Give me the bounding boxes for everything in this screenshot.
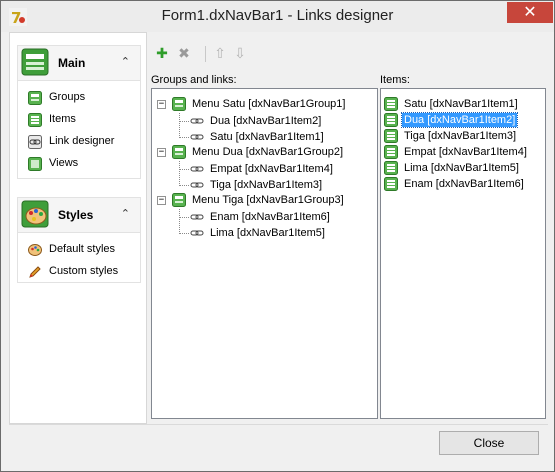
- nav-item-label: Default styles: [49, 243, 116, 255]
- link-icon: [190, 130, 204, 144]
- tree-link-label: Satu [dxNavBar1Item1]: [210, 131, 324, 143]
- nav-group-main: Main ⌃ Groups Items Link designer Views: [17, 45, 141, 179]
- nav-item-label: Groups: [49, 91, 86, 103]
- nav-item-items[interactable]: Items: [18, 109, 140, 131]
- main-group-icon: [21, 48, 49, 76]
- tree-link-label: Tiga [dxNavBar1Item3]: [210, 179, 323, 191]
- list-item-label: Satu [dxNavBar1Item1]: [404, 98, 518, 110]
- toolbar-separator: [205, 46, 206, 62]
- palette-small-icon: [28, 243, 42, 257]
- window-title: Form1.dxNavBar1 - Links designer: [161, 7, 394, 24]
- tree-connector: [179, 185, 189, 186]
- tree-group-label: Menu Satu [dxNavBar1Group1]: [192, 98, 346, 110]
- collapse-chevron-icon[interactable]: ⌃: [121, 207, 130, 220]
- nav-item-label: Custom styles: [49, 265, 119, 277]
- link-icon: [190, 114, 204, 128]
- link-icon: [190, 210, 204, 224]
- arrow-down-icon: ⇩: [234, 46, 246, 62]
- nav-group-main-header[interactable]: Main ⌃: [18, 46, 140, 81]
- links-designer-window: 7 Form1.dxNavBar1 - Links designer ✕ Mai…: [0, 0, 555, 472]
- tree-group-label: Menu Tiga [dxNavBar1Group3]: [192, 194, 344, 206]
- link-icon: [190, 162, 204, 176]
- nav-item-groups[interactable]: Groups: [18, 87, 140, 109]
- nav-group-styles-header[interactable]: Styles ⌃: [18, 198, 140, 233]
- tree-connector: [179, 113, 180, 138]
- items-list[interactable]: Satu [dxNavBar1Item1] Dua [dxNavBar1Item…: [380, 88, 546, 419]
- delete-link-button[interactable]: ✖: [175, 44, 193, 64]
- list-item-label: Empat [dxNavBar1Item4]: [404, 146, 527, 158]
- groups-links-tree[interactable]: − Menu Satu [dxNavBar1Group1] Dua [dxNav…: [151, 88, 378, 419]
- items-icon: [28, 113, 42, 127]
- close-icon: ✕: [523, 2, 537, 21]
- nav-item-label: Items: [49, 113, 76, 125]
- link-designer-icon: [28, 135, 42, 149]
- item-icon: [384, 97, 398, 111]
- list-item-label: Enam [dxNavBar1Item6]: [404, 178, 524, 190]
- pencil-icon: [28, 265, 42, 279]
- items-caption: Items:: [380, 74, 410, 86]
- group-folder-icon: [172, 145, 186, 159]
- nav-item-link-designer[interactable]: Link designer: [18, 131, 140, 153]
- nav-group-styles: Styles ⌃ Default styles Custom styles: [17, 197, 141, 283]
- nav-item-label: Link designer: [49, 135, 115, 147]
- tree-connector: [179, 233, 189, 234]
- groups-icon: [28, 91, 42, 105]
- add-icon: ✚: [156, 46, 168, 62]
- nav-group-main-title: Main: [58, 56, 86, 70]
- tree-connector: [179, 217, 189, 218]
- nav-item-custom-styles[interactable]: Custom styles: [18, 261, 140, 283]
- item-icon: [384, 113, 398, 127]
- close-button[interactable]: Close: [439, 431, 539, 455]
- designer-navbar: Main ⌃ Groups Items Link designer Views …: [9, 32, 147, 424]
- item-icon: [384, 145, 398, 159]
- palette-icon: [21, 200, 49, 228]
- tree-group-node[interactable]: Menu Satu [dxNavBar1Group1]: [172, 96, 377, 112]
- tree-group-label: Menu Dua [dxNavBar1Group2]: [192, 146, 344, 158]
- item-icon: [384, 129, 398, 143]
- views-icon: [28, 157, 42, 171]
- link-icon: [190, 226, 204, 240]
- window-close-button[interactable]: ✕: [507, 2, 553, 23]
- nav-item-views[interactable]: Views: [18, 153, 140, 175]
- list-item-label: Dua [dxNavBar1Item2]: [400, 112, 519, 128]
- tree-connector: [179, 137, 189, 138]
- collapse-chevron-icon[interactable]: ⌃: [121, 55, 130, 68]
- tree-connector: [179, 209, 180, 234]
- groups-and-links-caption: Groups and links:: [151, 74, 237, 86]
- move-up-button[interactable]: ⇧: [211, 44, 229, 64]
- client-area: Main ⌃ Groups Items Link designer Views …: [9, 32, 548, 465]
- tree-connector: [179, 161, 180, 186]
- arrow-up-icon: ⇧: [214, 46, 226, 62]
- link-icon: [190, 178, 204, 192]
- tree-link-label: Empat [dxNavBar1Item4]: [210, 163, 333, 175]
- links-toolbar: ✚ ✖ ⇧ ⇩: [153, 44, 273, 66]
- item-icon: [384, 177, 398, 191]
- tree-expander[interactable]: −: [157, 196, 166, 205]
- tree-link-label: Lima [dxNavBar1Item5]: [210, 227, 325, 239]
- group-folder-icon: [172, 97, 186, 111]
- add-link-button[interactable]: ✚: [153, 44, 171, 64]
- nav-item-label: Views: [49, 157, 79, 169]
- title-bar: 7 Form1.dxNavBar1 - Links designer ✕: [1, 1, 554, 32]
- nav-group-styles-title: Styles: [58, 208, 94, 222]
- list-item-label: Lima [dxNavBar1Item5]: [404, 162, 519, 174]
- item-icon: [384, 161, 398, 175]
- tree-link-label: Dua [dxNavBar1Item2]: [210, 115, 322, 127]
- tree-link-label: Enam [dxNavBar1Item6]: [210, 211, 330, 223]
- move-down-button[interactable]: ⇩: [231, 44, 249, 64]
- nav-item-default-styles[interactable]: Default styles: [18, 239, 140, 261]
- delete-icon: ✖: [178, 46, 190, 62]
- tree-connector: [179, 169, 189, 170]
- list-item-label: Tiga [dxNavBar1Item3]: [404, 130, 517, 142]
- tree-expander[interactable]: −: [157, 148, 166, 157]
- tree-connector: [179, 121, 189, 122]
- group-folder-icon: [172, 193, 186, 207]
- tree-expander[interactable]: −: [157, 100, 166, 109]
- footer-divider: [9, 424, 548, 425]
